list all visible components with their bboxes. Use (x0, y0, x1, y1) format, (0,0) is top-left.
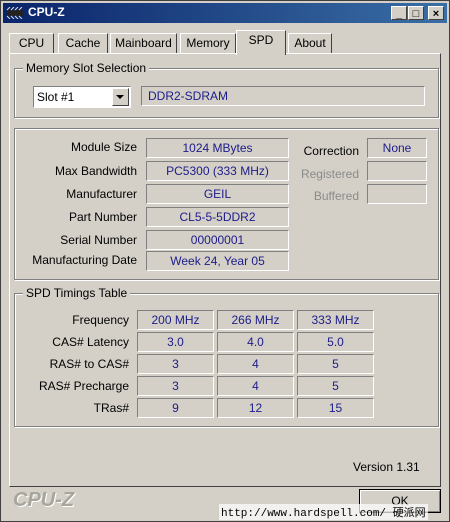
timing-cell: 5 (297, 376, 374, 396)
correction-label: Correction (303, 144, 359, 158)
correction-value: None (367, 138, 427, 158)
chevron-down-icon[interactable] (112, 88, 129, 106)
timing-cell: 3 (137, 354, 214, 374)
tab-spd[interactable]: SPD (236, 30, 286, 55)
close-button[interactable]: × (428, 6, 444, 20)
timing-cell: 4 (217, 354, 294, 374)
timing-cell: 333 MHz (297, 310, 374, 330)
buffered-label: Buffered (313, 189, 359, 203)
timing-cell: 15 (297, 398, 374, 418)
tab-memory[interactable]: Memory (180, 33, 236, 53)
tab-about[interactable]: About (288, 33, 332, 53)
spd-timings-legend: SPD Timings Table (23, 286, 131, 300)
timing-cell: 12 (217, 398, 294, 418)
tab-cache[interactable]: Cache (58, 33, 108, 53)
cpuz-brand-logo: CPU-Z (13, 489, 75, 511)
memory-type-value: DDR2-SDRAM (141, 86, 425, 106)
ras-to-cas-label: RAS# to CAS# (49, 357, 129, 371)
window-title: CPU-Z (28, 5, 65, 19)
buffered-value (367, 184, 427, 204)
timing-cell: 266 MHz (217, 310, 294, 330)
manufacturer-label: Manufacturer (66, 187, 137, 201)
title-bar[interactable]: CPU-Z _ □ × (3, 3, 447, 23)
cpuz-window: CPU-Z _ □ × CPU Cache Mainboard Memory S… (0, 0, 450, 522)
frequency-label: Frequency (72, 313, 129, 327)
cpuz-app-icon (6, 7, 23, 19)
registered-value (367, 161, 427, 181)
tab-cpu[interactable]: CPU (9, 33, 54, 53)
manufacturing-date-value: Week 24, Year 05 (146, 251, 289, 271)
registered-label: Registered (300, 167, 359, 181)
serial-number-value: 00000001 (146, 230, 289, 250)
module-size-label: Module Size (70, 140, 137, 154)
ras-precharge-label: RAS# Precharge (38, 379, 129, 393)
minimize-button[interactable]: _ (391, 6, 407, 20)
cas-latency-label: CAS# Latency (52, 335, 129, 349)
timing-cell: 3 (137, 376, 214, 396)
memory-slot-selection-legend: Memory Slot Selection (23, 61, 150, 75)
slot-select[interactable]: Slot #1 (33, 86, 131, 108)
timing-cell: 3.0 (137, 332, 214, 352)
serial-number-label: Serial Number (60, 233, 137, 247)
timing-cell: 5.0 (297, 332, 374, 352)
timing-cell: 200 MHz (137, 310, 214, 330)
maximize-button[interactable]: □ (408, 6, 424, 20)
slot-select-value: Slot #1 (37, 90, 75, 104)
timing-cell: 4 (217, 376, 294, 396)
max-bandwidth-value: PC5300 (333 MHz) (146, 161, 289, 181)
part-number-value: CL5-5-5DDR2 (146, 207, 289, 227)
tras-label: TRas# (93, 401, 129, 415)
manufacturing-date-label: Manufacturing Date (32, 253, 137, 267)
version-label: Version 1.31 (353, 460, 420, 474)
timing-cell: 4.0 (217, 332, 294, 352)
max-bandwidth-label: Max Bandwidth (54, 164, 137, 178)
watermark-text: http://www.hardspell.com/ 硬派网 (219, 504, 428, 520)
timing-cell: 9 (137, 398, 214, 418)
part-number-label: Part Number (68, 210, 137, 224)
tab-mainboard[interactable]: Mainboard (110, 33, 177, 53)
module-size-value: 1024 MBytes (146, 138, 289, 158)
timing-cell: 5 (297, 354, 374, 374)
manufacturer-value: GEIL (146, 184, 289, 204)
